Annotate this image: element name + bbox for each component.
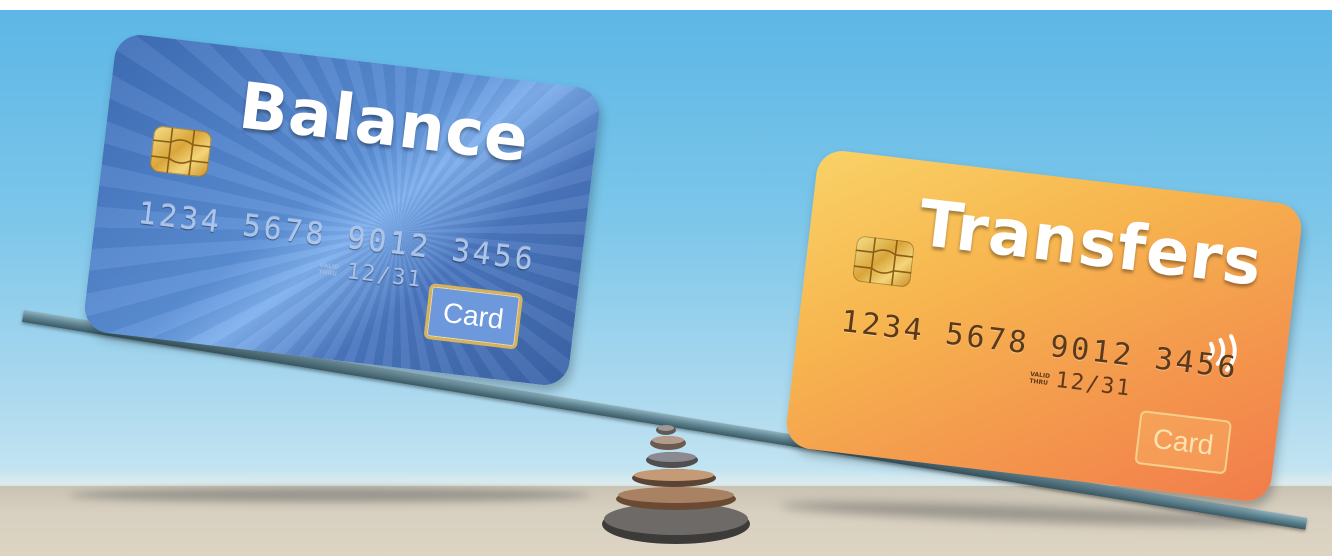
balance-card-expiry: 12/31 [345,259,424,293]
transfers-card-expiry: 12/31 [1054,367,1133,402]
transfers-card-badge: Card [1134,410,1233,475]
balance-card-valid-label: VALID THRU [318,261,340,278]
left-card-shadow [70,488,590,502]
chip-icon [149,125,213,178]
chip-icon [851,235,916,288]
top-border [0,0,1332,10]
transfers-card-valid-label: VALID THRU [1028,370,1051,387]
balance-transfer-scene: Balance 1234 5678 9012 3456 VALID THRU 1… [0,0,1332,556]
transfers-card-title: Transfers [914,186,1267,302]
balance-card-title: Balance [235,69,533,178]
balance-card: Balance 1234 5678 9012 3456 VALID THRU 1… [81,32,603,388]
transfers-card: Transfers 1234 5678 9012 3456 VALID THRU… [783,148,1305,504]
stacked-stones-fulcrum [602,425,750,544]
balance-card-badge: Card [423,282,524,350]
